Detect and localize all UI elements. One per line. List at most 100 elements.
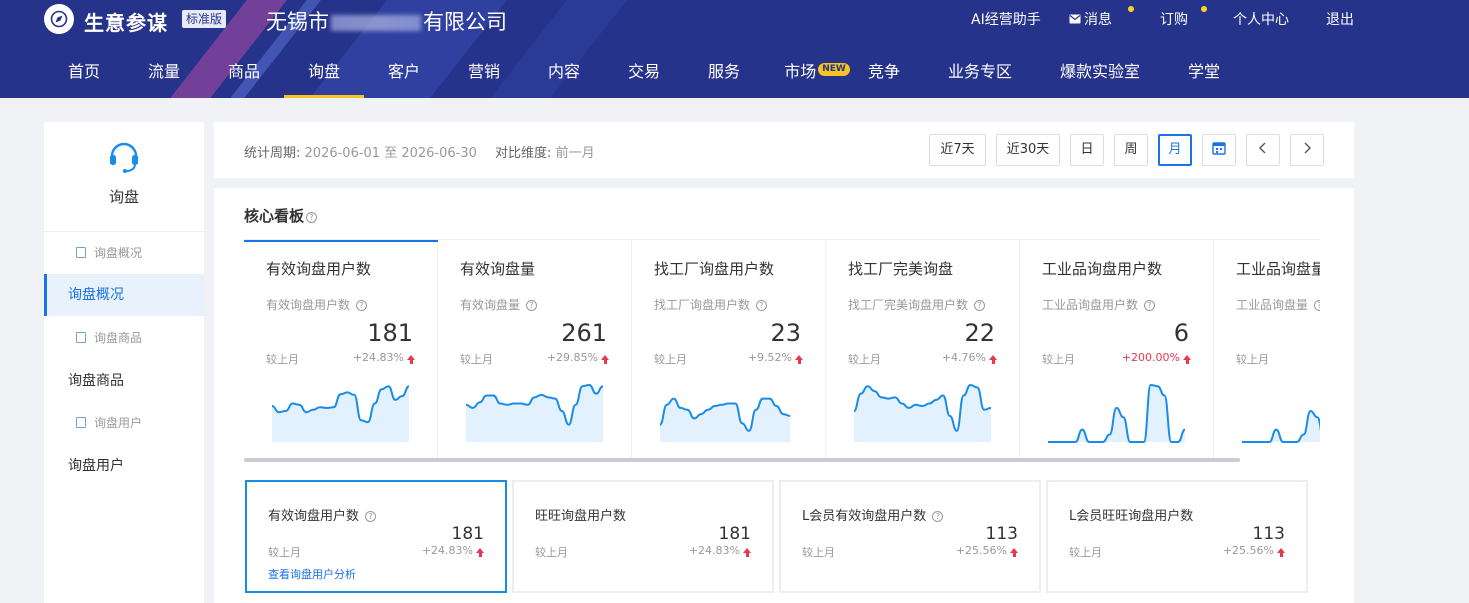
change-percent: +29.85% xyxy=(547,351,609,364)
sidebar-group-overview: 询盘概况 xyxy=(44,232,204,274)
headset-icon xyxy=(110,142,138,173)
metric-subtitle-text: 有效询盘用户数 xyxy=(266,298,351,312)
metric-subtitle-text: 有效询盘量 xyxy=(460,298,521,312)
nav-trade[interactable]: 交易 xyxy=(604,50,684,98)
change-percent: +25.56% xyxy=(1223,544,1285,557)
prev-period-button[interactable] xyxy=(1246,134,1280,166)
sidebar-group-products: 询盘商品 xyxy=(44,317,204,359)
help-icon[interactable]: ? xyxy=(1143,300,1155,311)
arrow-up-icon xyxy=(601,355,609,364)
change-percent-text: +9.52% xyxy=(747,351,792,364)
nav-business-zone[interactable]: 业务专区 xyxy=(940,50,1020,98)
compare-value[interactable]: 前一月 xyxy=(556,146,595,161)
mail-icon xyxy=(1069,14,1081,24)
nav-service[interactable]: 服务 xyxy=(684,50,764,98)
metric-cards: 有效询盘用户数 有效询盘用户数 ? 181 较上月 +24.83% 有效询盘量 有效询盘量 … xyxy=(244,239,1320,459)
sidebar-item-overview[interactable]: 询盘概况 xyxy=(44,274,204,316)
ai-assistant-link[interactable]: AI经营助手 xyxy=(971,9,1041,29)
sub-metric-title-text: L会员旺旺询盘用户数 xyxy=(1069,509,1194,524)
nav-home[interactable]: 首页 xyxy=(44,50,124,98)
sub-metric-card[interactable]: L会员有效询盘用户数 ? 113 较上月 +25.56% xyxy=(779,480,1041,593)
metric-card[interactable]: 有效询盘量 有效询盘量 ? 261 较上月 +29.85% xyxy=(438,240,632,459)
compare-label: 对比维度: xyxy=(495,146,552,161)
nav-customer[interactable]: 客户 xyxy=(364,50,444,98)
message-link[interactable]: 消息 xyxy=(1069,9,1112,29)
sidebar-title: 询盘 xyxy=(108,188,139,206)
nav-market[interactable]: 市场 NEW xyxy=(776,50,858,98)
sub-metric-title-text: 有效询盘用户数 xyxy=(268,509,360,524)
horizontal-scrollbar[interactable] xyxy=(244,458,1240,462)
last-30-days-button[interactable]: 近30天 xyxy=(996,134,1060,166)
change-percent-text: +4.76% xyxy=(941,351,986,364)
company-name: 无锡市 有限公司 xyxy=(266,6,507,36)
nav-traffic[interactable]: 流量 xyxy=(124,50,204,98)
profile-link[interactable]: 个人中心 xyxy=(1233,9,1289,29)
sidebar-item-products[interactable]: 询盘商品 xyxy=(44,360,204,402)
month-button[interactable]: 月 xyxy=(1158,134,1192,166)
metric-title: 有效询盘用户数 xyxy=(266,260,372,278)
compare-label: 较上月 xyxy=(266,353,299,366)
nav-marketing[interactable]: 营销 xyxy=(444,50,524,98)
change-percent: +9.52% xyxy=(748,351,803,364)
nav-hot-lab[interactable]: 爆款实验室 xyxy=(1050,50,1150,98)
nav-inquiry[interactable]: 询盘 xyxy=(284,50,364,98)
brand-name[interactable]: 生意参谋 xyxy=(84,7,168,36)
sparkline-area xyxy=(466,384,603,442)
metric-value: 22 xyxy=(964,319,995,347)
arrow-up-icon xyxy=(989,355,997,364)
metric-card[interactable]: 工业品询盘用户数 工业品询盘用户数 ? 6 较上月 +200.00% xyxy=(1020,240,1214,459)
nav-competition[interactable]: 竞争 xyxy=(854,50,914,98)
metric-card[interactable]: 工业品询盘量工业品询盘量 ?较上月+ xyxy=(1214,240,1320,459)
sparkline-chart xyxy=(1242,409,1320,443)
sub-metric-value: 181 xyxy=(451,524,484,544)
order-link[interactable]: 订购 xyxy=(1160,9,1188,29)
edition-badge: 标准版 xyxy=(182,10,227,28)
sub-metric-title: 有效询盘用户数 ? xyxy=(268,505,377,524)
period-info: 统计周期: 2026-06-01 至 2026-06-30 对比维度: 前一月 xyxy=(244,142,595,161)
metric-card[interactable]: 找工厂完美询盘 找工厂完美询盘用户数 ? 22 较上月 +4.76% xyxy=(826,240,1020,459)
sparkline-area xyxy=(1048,384,1185,442)
compare-label: 较上月 xyxy=(1236,353,1269,366)
sub-metric-card[interactable]: L会员旺旺询盘用户数 113 较上月 +25.56% xyxy=(1046,480,1308,593)
help-icon[interactable]: ? xyxy=(1313,300,1320,311)
view-user-analysis-link[interactable]: 查看询盘用户分析 xyxy=(268,566,356,582)
logout-link[interactable]: 退出 xyxy=(1326,9,1354,29)
top-header: 生意参谋 标准版 无锡市 有限公司 AI经营助手 消息 订购 个人中心 退出 首页… xyxy=(0,0,1469,98)
change-percent-text: +24.83% xyxy=(688,544,740,557)
week-button[interactable]: 周 xyxy=(1114,134,1148,166)
change-percent: +24.83% xyxy=(689,544,751,557)
help-icon[interactable]: ? xyxy=(755,300,767,311)
nav-academy[interactable]: 学堂 xyxy=(1174,50,1234,98)
sub-metric-card[interactable]: 有效询盘用户数 ? 181 较上月 +24.83% 查看询盘用户分析 xyxy=(245,480,507,593)
change-percent-text: +25.56% xyxy=(1222,544,1274,557)
help-icon[interactable]: ? xyxy=(365,511,377,522)
order-dot xyxy=(1201,6,1207,12)
help-icon[interactable]: ? xyxy=(525,300,537,311)
sparkline-chart xyxy=(1048,383,1186,443)
compass-logo-icon[interactable] xyxy=(44,4,74,34)
sparkline-chart xyxy=(271,385,410,442)
metric-card[interactable]: 找工厂询盘用户数 找工厂询盘用户数 ? 23 较上月 +9.52% xyxy=(632,240,826,459)
next-period-button[interactable] xyxy=(1290,134,1324,166)
nav-product[interactable]: 商品 xyxy=(204,50,284,98)
arrow-up-icon xyxy=(407,355,415,364)
help-icon[interactable]: ? xyxy=(306,212,318,223)
company-name-prefix: 无锡市 xyxy=(266,10,329,34)
day-button[interactable]: 日 xyxy=(1070,134,1104,166)
compare-label: 较上月 xyxy=(802,546,835,559)
metric-subtitle: 找工厂完美询盘用户数 ? xyxy=(848,296,985,313)
help-icon[interactable]: ? xyxy=(932,511,944,522)
calendar-button[interactable] xyxy=(1202,134,1236,166)
compare-label: 较上月 xyxy=(1042,353,1075,366)
help-icon[interactable]: ? xyxy=(973,300,985,311)
message-label: 消息 xyxy=(1084,12,1112,28)
compare-label: 较上月 xyxy=(1069,546,1102,559)
last-7-days-button[interactable]: 近7天 xyxy=(929,134,986,166)
sidebar-item-users[interactable]: 询盘用户 xyxy=(44,445,204,487)
sub-metric-card[interactable]: 旺旺询盘用户数 181 较上月 +24.83% xyxy=(512,480,774,593)
compare-label: 较上月 xyxy=(848,353,881,366)
sparkline-area xyxy=(854,384,991,442)
help-icon[interactable]: ? xyxy=(355,300,367,311)
metric-card[interactable]: 有效询盘用户数 有效询盘用户数 ? 181 较上月 +24.83% xyxy=(244,240,438,459)
nav-content[interactable]: 内容 xyxy=(524,50,604,98)
